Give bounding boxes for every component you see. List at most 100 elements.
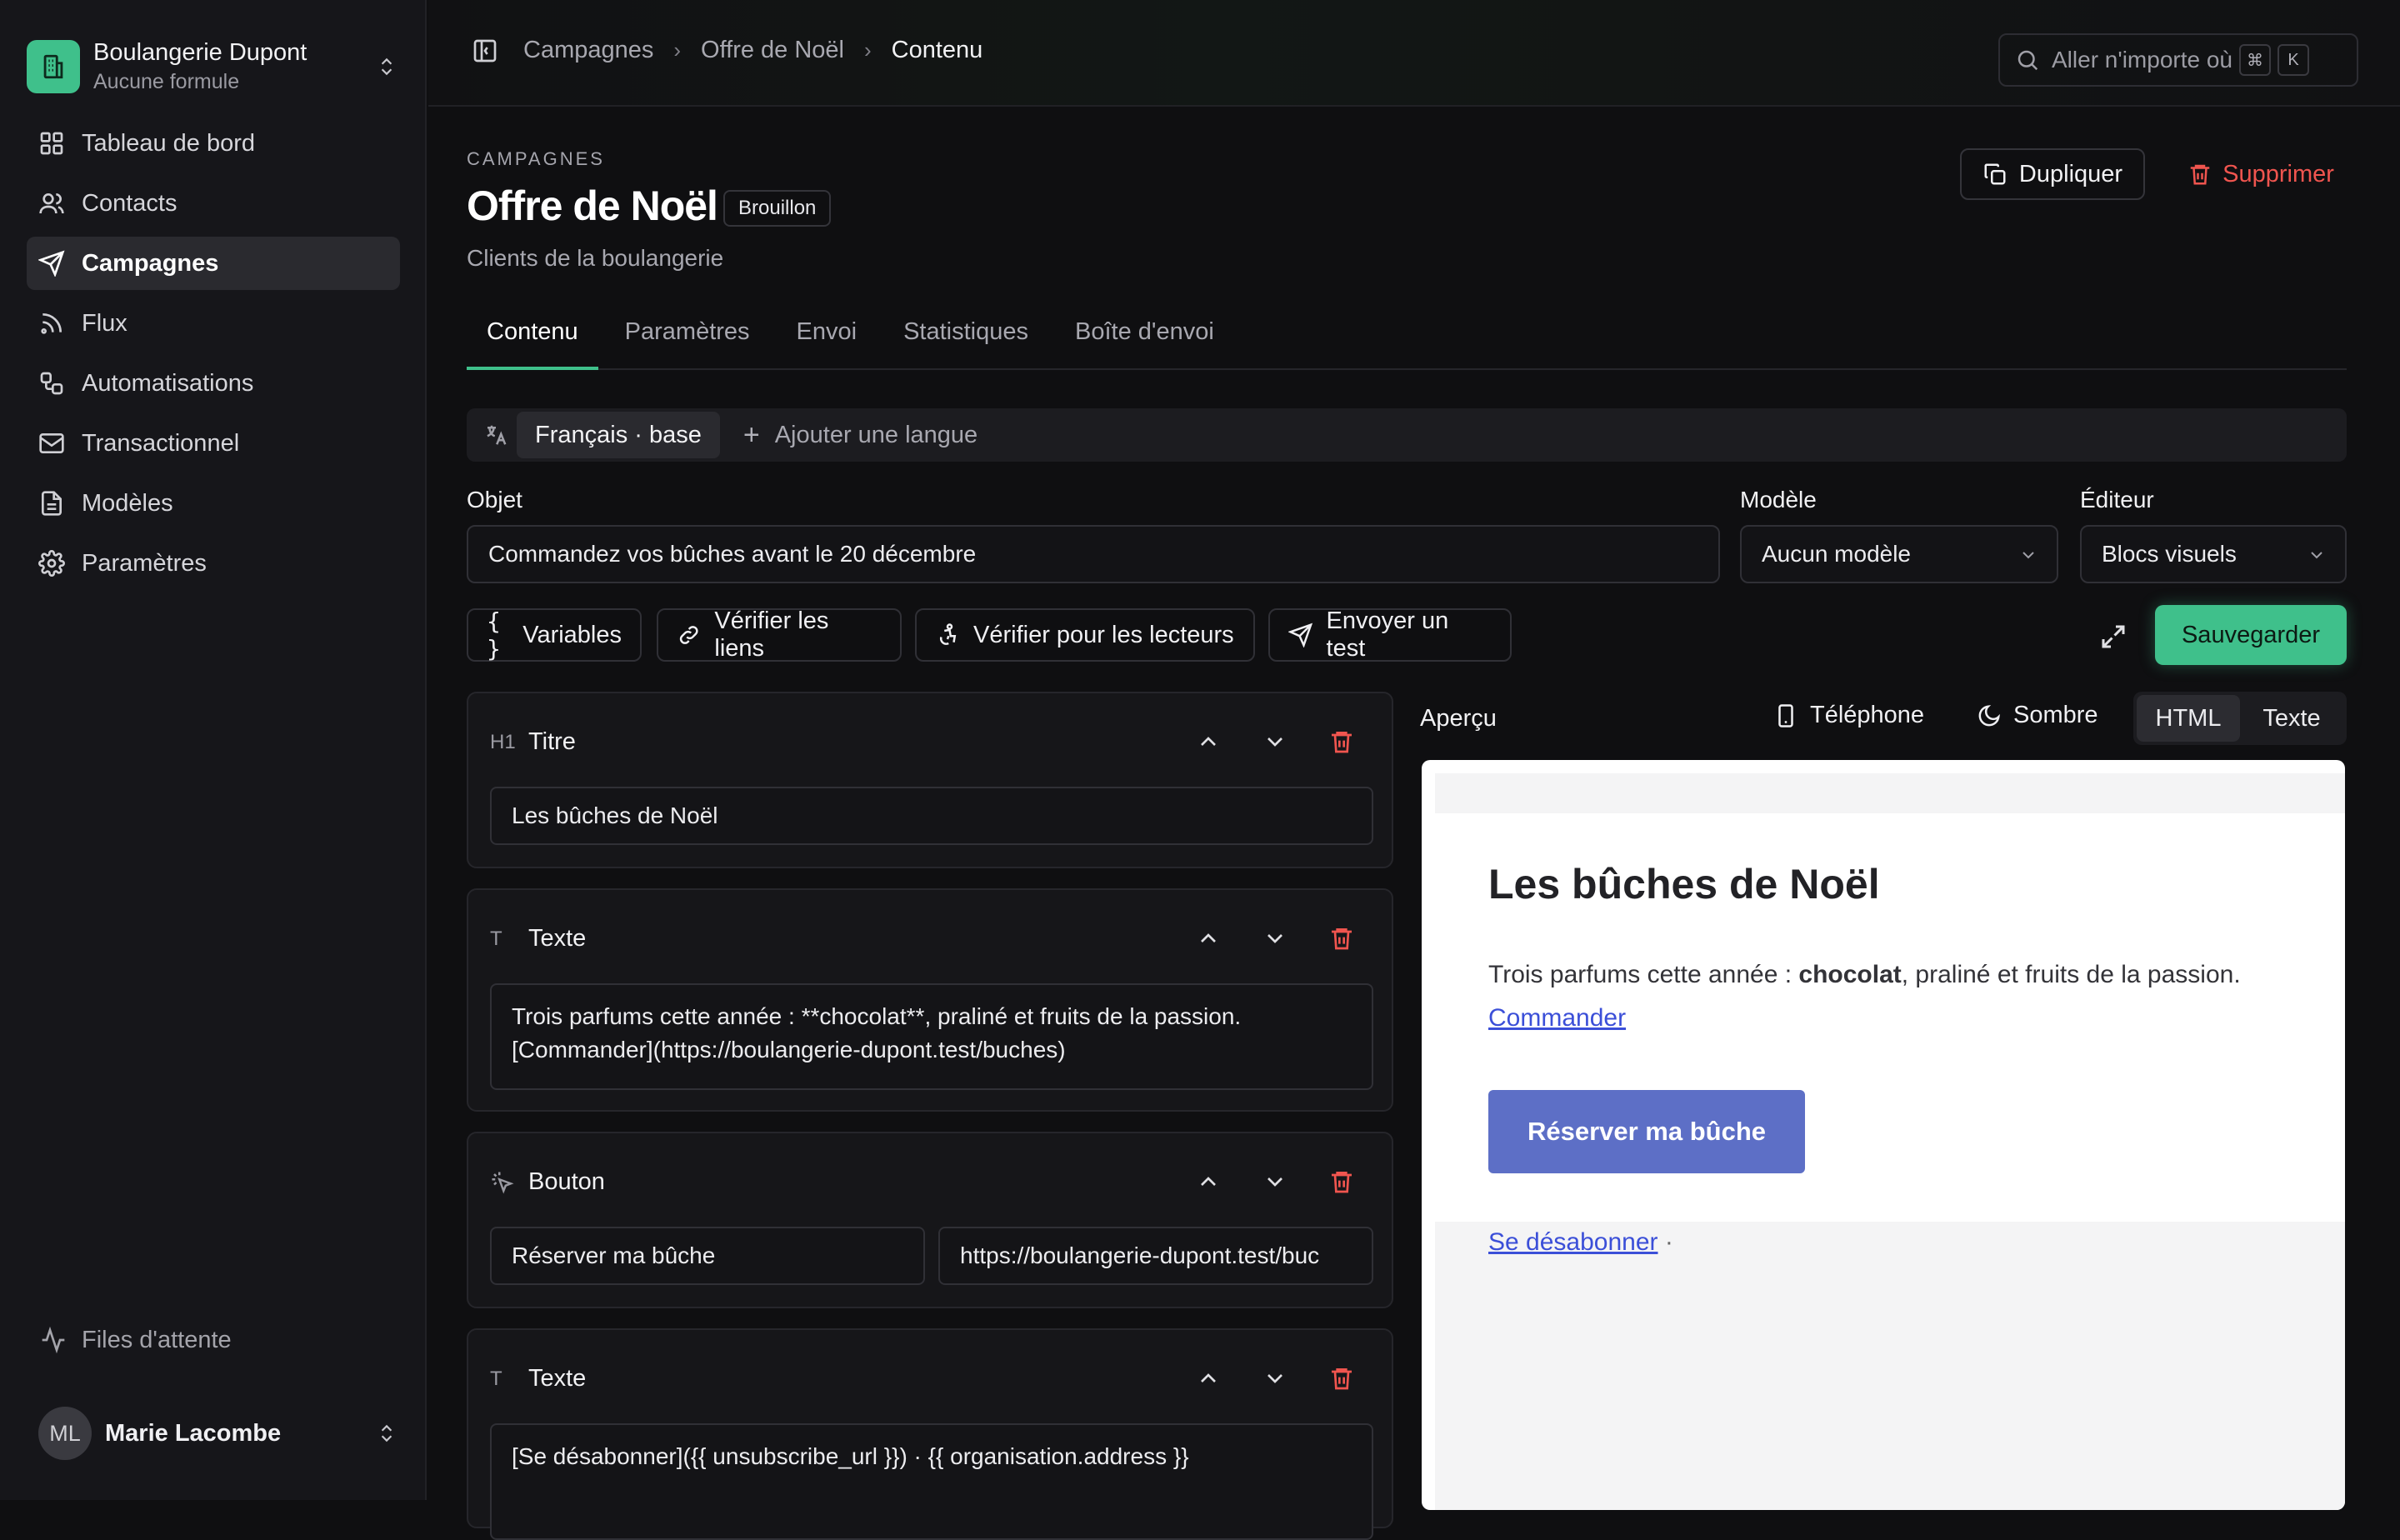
sidebar-item-label: Contacts (82, 189, 178, 217)
search-icon (2018, 50, 2038, 71)
block-text: T Texte Trois parfums cette année : **ch… (467, 888, 1393, 1112)
block-title: H1 Titre Les bûches de Noël (467, 692, 1393, 868)
chevron-down-icon[interactable] (1262, 1168, 1288, 1195)
preview-unsubscribe-link[interactable]: Se désabonner (1488, 1228, 1658, 1256)
chevron-up-icon[interactable] (1195, 1365, 1222, 1392)
gear-icon (38, 550, 65, 577)
workflow-icon (40, 372, 63, 395)
plus-icon: + (742, 418, 760, 451)
text-area[interactable]: Trois parfums cette année : **chocolat**… (490, 983, 1373, 1090)
sidebar-item-label: Modèles (82, 489, 173, 517)
format-text[interactable]: Texte (2240, 695, 2343, 742)
sidebar-item-contacts[interactable]: Contacts (27, 177, 400, 230)
sidebar-item-label: Flux (82, 309, 128, 337)
expand-icon[interactable] (2098, 622, 2128, 652)
translate-icon (487, 425, 507, 445)
tab-settings[interactable]: Paramètres (605, 313, 770, 370)
subject-field[interactable]: Commandez vos bûches avant le 20 décembr… (467, 525, 1720, 583)
preview-paragraph: Trois parfums cette année : chocolat, pr… (1488, 953, 2338, 1040)
phone-toggle[interactable]: Téléphone (1773, 702, 1924, 729)
sidebar-item-settings[interactable]: Paramètres (27, 537, 400, 590)
queues-label: Files d'attente (82, 1326, 232, 1353)
block-button: Bouton Réserver ma bûche https://boulang… (467, 1132, 1393, 1308)
breadcrumb: Campagnes › Offre de Noël › Contenu (472, 37, 982, 64)
sidebar-item-templates[interactable]: Modèles (27, 477, 400, 530)
chevron-down-icon[interactable] (1262, 728, 1288, 755)
queues-link[interactable]: Files d'attente (40, 1313, 232, 1367)
building-icon (27, 40, 80, 93)
editor-select[interactable]: Blocs visuels (2080, 525, 2347, 583)
rss-icon (41, 313, 62, 334)
dark-toggle[interactable]: Sombre (1977, 702, 2098, 729)
check-links-button[interactable]: Vérifier les liens (657, 608, 902, 662)
block-label: Titre (528, 728, 576, 755)
preview-text-after: , praliné et fruits de la passion. (1901, 961, 2241, 988)
trash-icon[interactable] (1328, 925, 1355, 952)
preview-footer: Se désabonner · (1488, 1228, 1673, 1257)
variables-button[interactable]: { } Variables (467, 608, 642, 662)
tab-content[interactable]: Contenu (467, 313, 598, 370)
format-switch: HTML Texte (2133, 692, 2347, 745)
block-label: Texte (528, 1365, 587, 1392)
block-header: Bouton (490, 1168, 605, 1196)
block-header: H1 Titre (490, 728, 576, 756)
sidebar-item-feeds[interactable]: Flux (27, 297, 400, 350)
template-select[interactable]: Aucun modèle (1740, 525, 2058, 583)
search-input[interactable]: Aller n'importe où ⌘ K (1998, 33, 2358, 87)
user-menu[interactable]: ML Marie Lacombe (38, 1403, 400, 1463)
sidebar-item-automations[interactable]: Automatisations (27, 357, 400, 410)
org-switcher[interactable]: Boulangerie Dupont Aucune formule (27, 33, 400, 100)
chevron-up-icon[interactable] (1195, 1168, 1222, 1195)
chevron-right-icon: › (864, 38, 872, 62)
send-test-button[interactable]: Envoyer un test (1268, 608, 1512, 662)
chevron-down-icon[interactable] (1262, 925, 1288, 952)
users-icon (39, 193, 64, 214)
tab-outbox[interactable]: Boîte d'envoi (1055, 313, 1234, 370)
breadcrumb-campaign[interactable]: Offre de Noël (701, 37, 844, 64)
search-placeholder: Aller n'importe où (2052, 47, 2232, 72)
button-label-input[interactable]: Réserver ma bûche (490, 1227, 925, 1285)
button-label-value: Réserver ma bûche (512, 1242, 716, 1268)
delete-label: Supprimer (2222, 160, 2334, 188)
language-chip-fr[interactable]: Français · base (517, 412, 720, 458)
format-html[interactable]: HTML (2137, 695, 2240, 742)
trash-icon[interactable] (1328, 728, 1355, 755)
braces-icon: { } (487, 608, 501, 662)
page-subtitle: Clients de la boulangerie (467, 245, 724, 271)
sidebar-item-campaigns[interactable]: Campagnes (27, 237, 400, 290)
duplicate-button[interactable]: Dupliquer (1960, 148, 2145, 200)
chevron-down-icon[interactable] (1262, 1365, 1288, 1392)
accessibility-icon (939, 623, 957, 645)
check-links-label: Vérifier les liens (714, 608, 829, 662)
sidebar-item-label: Campagnes (82, 249, 219, 277)
activity-icon (42, 1327, 65, 1353)
tab-send[interactable]: Envoi (777, 313, 878, 370)
preview-cta-button[interactable]: Réserver ma bûche (1488, 1090, 1805, 1173)
preview-order-link[interactable]: Commander (1488, 1004, 1626, 1032)
trash-icon[interactable] (1328, 1168, 1355, 1195)
section-label: CAMPAGNES (467, 148, 605, 169)
sidebar-item-dashboard[interactable]: Tableau de bord (27, 117, 400, 170)
delete-button[interactable]: Supprimer (2173, 148, 2348, 200)
text-area[interactable]: [Se désabonner]({{ unsubscribe_url }}) ·… (490, 1423, 1373, 1540)
breadcrumb-campaigns[interactable]: Campagnes (523, 37, 653, 64)
user-name: Marie Lacombe (105, 1419, 282, 1447)
trash-icon[interactable] (1328, 1365, 1355, 1392)
sidebar-toggle-icon[interactable] (472, 38, 498, 64)
phone-icon (1778, 703, 1793, 728)
tab-stats[interactable]: Statistiques (883, 313, 1048, 370)
accessibility-button[interactable]: Vérifier pour les lecteurs (915, 608, 1255, 662)
chevron-up-icon[interactable] (1195, 925, 1222, 952)
email-preview: Les bûches de Noël Trois parfums cette a… (1422, 760, 2345, 1510)
save-button[interactable]: Sauvegarder (2155, 605, 2347, 665)
title-input[interactable]: Les bûches de Noël (490, 787, 1373, 845)
sidebar-item-label: Paramètres (82, 549, 207, 577)
block-header: T Texte (490, 1365, 586, 1392)
language-bar: Français · base + Ajouter une langue (467, 408, 2347, 462)
add-language-button[interactable]: + Ajouter une langue (743, 419, 978, 452)
moon-icon (1978, 704, 2000, 726)
chevron-up-icon[interactable] (1195, 728, 1222, 755)
preview-label: Aperçu (1420, 705, 1497, 732)
sidebar-item-transactional[interactable]: Transactionnel (27, 417, 400, 470)
button-url-input[interactable]: https://boulangerie-dupont.test/buc (938, 1227, 1373, 1285)
